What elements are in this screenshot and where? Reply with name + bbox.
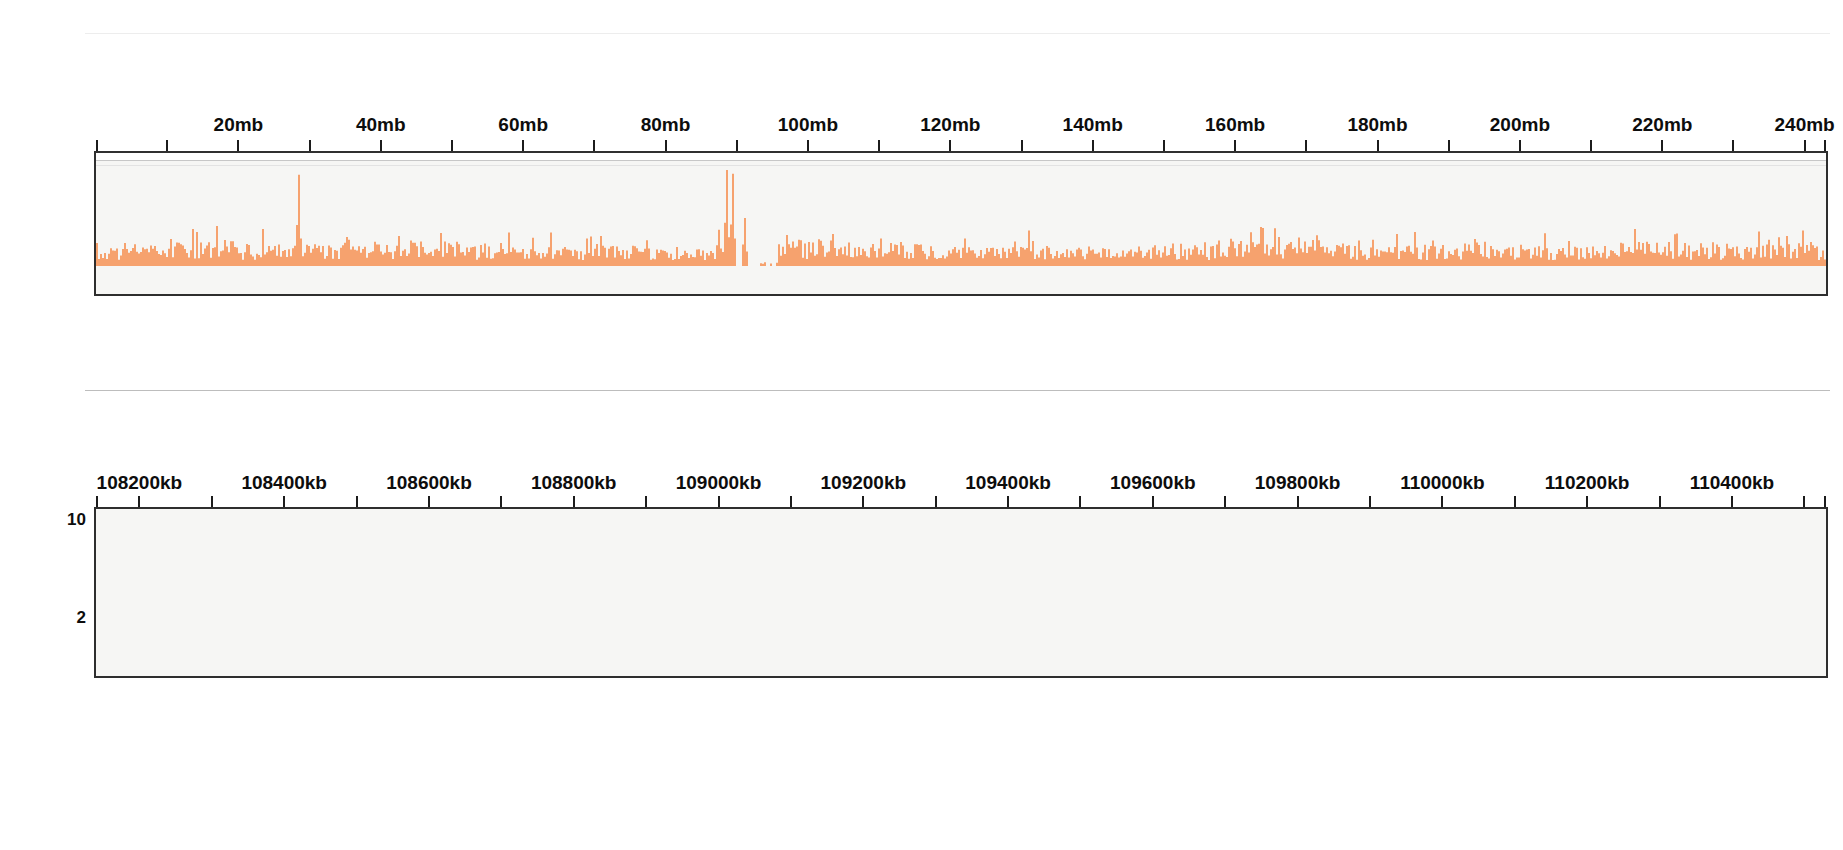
y-axis-min-label: 2 [42, 608, 86, 628]
ruler-tick [451, 140, 453, 151]
ruler-tick-label: 80mb [641, 114, 691, 136]
ruler-tick [1234, 140, 1236, 151]
ruler-tick-label: 108800kb [531, 472, 617, 494]
ruler-tick [665, 140, 667, 151]
ruler-tick-label: 110200kb [1545, 472, 1630, 494]
chromosome-track-panel[interactable] [94, 151, 1828, 296]
ruler-tick [1007, 496, 1009, 507]
ruler-tick-label: 109200kb [821, 472, 907, 494]
ruler-tick-label: 109600kb [1110, 472, 1196, 494]
ruler-tick [1514, 496, 1516, 507]
coverage-histogram[interactable] [96, 170, 1826, 266]
ruler-tick [380, 140, 382, 151]
ruler-tick-label: 20mb [214, 114, 264, 136]
ruler-tick-label: 140mb [1063, 114, 1123, 136]
ruler-tick [1659, 496, 1661, 507]
ruler-tick [237, 140, 239, 151]
ruler-tick [1092, 140, 1094, 151]
ruler-tick-label: 108400kb [241, 472, 327, 494]
ruler-tick [935, 496, 937, 507]
y-axis-max-label: 10 [42, 510, 86, 530]
ruler-tick [309, 140, 311, 151]
ruler-tick-label: 108200kb [97, 472, 183, 494]
ruler-tick-label: 108600kb [386, 472, 472, 494]
ruler-tick [593, 140, 595, 151]
ruler-tick [1448, 140, 1450, 151]
ruler-tick [736, 140, 738, 151]
ruler-tick [1441, 496, 1443, 507]
ruler-tick-label: 40mb [356, 114, 406, 136]
ruler-tick [1305, 140, 1307, 151]
ruler-tick [862, 496, 864, 507]
ruler-tick [166, 140, 168, 151]
ruler-tick [573, 496, 575, 507]
ruler-tick-label: 100mb [778, 114, 838, 136]
ruler-tick-label: 240mb [1774, 114, 1834, 136]
ruler-tick [1021, 140, 1023, 151]
ruler-tick [1731, 496, 1733, 507]
ruler-tick [1519, 140, 1521, 151]
ruler-tick [807, 140, 809, 151]
ruler-tick-label: 180mb [1347, 114, 1407, 136]
ruler-tick [1803, 496, 1805, 507]
chromosome-ruler[interactable]: 20mb 40mb 60mb 80mb 100mb 120mb 140mb 160mb 180m… [96, 0, 1826, 151]
ruler-tick-label: 109400kb [965, 472, 1051, 494]
ruler-tick [522, 140, 524, 151]
ruler-tick [283, 496, 285, 507]
ruler-tick [1590, 140, 1592, 151]
ruler-tick [1661, 140, 1663, 151]
ruler-tick [1163, 140, 1165, 151]
ruler-tick-label: 109000kb [676, 472, 762, 494]
ruler-tick [1369, 496, 1371, 507]
ruler-tick [949, 140, 951, 151]
ruler-tick-label: 120mb [920, 114, 980, 136]
region-ruler[interactable]: 108200kb 108400kb 108600kb 108800kb 109000kb… [96, 358, 1826, 507]
ruler-edge-tick [96, 496, 98, 507]
ruler-tick [500, 496, 502, 507]
ruler-tick [1804, 140, 1806, 151]
ruler-tick [790, 496, 792, 507]
ruler-tick-label: 109800kb [1255, 472, 1341, 494]
ruler-tick-label: 110000kb [1400, 472, 1485, 494]
ruler-tick [1224, 496, 1226, 507]
ruler-tick-label: 110400kb [1690, 472, 1775, 494]
ruler-tick [1586, 496, 1588, 507]
ruler-tick-label: 200mb [1490, 114, 1550, 136]
gene-label-row [96, 509, 1826, 676]
ruler-tick [428, 496, 430, 507]
ruler-tick [1152, 496, 1154, 507]
ruler-tick [878, 140, 880, 151]
ruler-tick [1732, 140, 1734, 151]
ruler-tick-label: 160mb [1205, 114, 1265, 136]
ruler-tick [211, 496, 213, 507]
ruler-tick [1377, 140, 1379, 151]
ruler-edge-tick [1824, 496, 1826, 507]
ruler-edge-tick [1824, 140, 1826, 151]
ruler-tick [138, 496, 140, 507]
ruler-tick-label: 220mb [1632, 114, 1692, 136]
ruler-tick [356, 496, 358, 507]
ruler-tick-label: 60mb [498, 114, 548, 136]
chromosome-tracks-canvas[interactable] [96, 153, 1826, 294]
ruler-edge-tick [96, 140, 98, 151]
region-track-panel[interactable] [94, 507, 1828, 678]
ruler-tick [1297, 496, 1299, 507]
ruler-tick [1079, 496, 1081, 507]
ruler-tick [645, 496, 647, 507]
ruler-tick [718, 496, 720, 507]
